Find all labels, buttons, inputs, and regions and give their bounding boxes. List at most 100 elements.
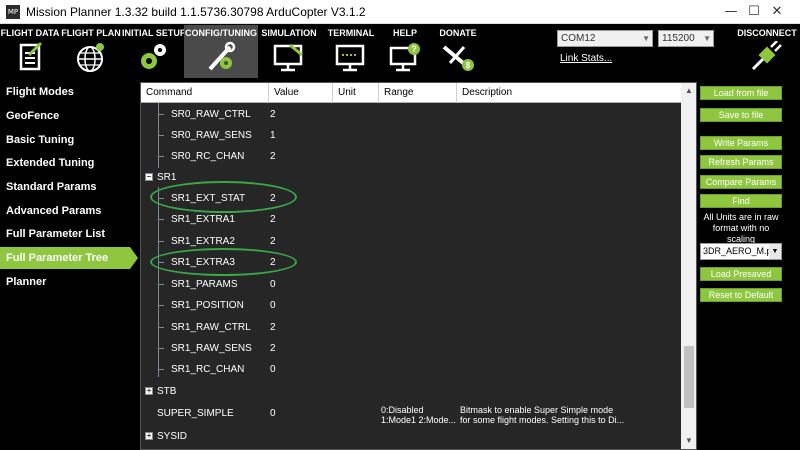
table-row[interactable]: SR0_RAW_SENS 1 xyxy=(141,125,681,146)
param-file-value: 3DR_AERO_M.p xyxy=(703,246,772,256)
param-range-line2: 1:Mode1 2:Mode... xyxy=(381,415,457,425)
save-to-file-button[interactable]: Save to file xyxy=(700,108,782,122)
expand-icon[interactable]: + xyxy=(145,387,153,395)
tree-group-row[interactable]: + SYSID xyxy=(141,426,681,447)
column-header-unit[interactable]: Unit xyxy=(333,83,379,103)
param-file-select[interactable]: 3DR_AERO_M.p ▼ xyxy=(700,243,782,260)
flight-data-button[interactable]: FLIGHT DATA xyxy=(0,25,60,78)
sidebar-item-advanced-params[interactable]: Advanced Params xyxy=(0,200,138,222)
column-header-description[interactable]: Description xyxy=(457,83,681,103)
sidebar-item-basic-tuning[interactable]: Basic Tuning xyxy=(0,129,138,151)
svg-text:?: ? xyxy=(411,44,417,54)
monitor-plane-icon xyxy=(273,43,303,72)
tree-group-row[interactable]: − SR1 xyxy=(141,167,681,188)
param-value[interactable]: 2 xyxy=(270,338,276,359)
load-presaved-button[interactable]: Load Presaved xyxy=(700,267,782,281)
tree-branch xyxy=(158,241,164,242)
close-button[interactable]: ✕ xyxy=(754,0,800,24)
param-value[interactable]: 2 xyxy=(270,317,276,338)
terminal-icon xyxy=(335,44,365,72)
param-value[interactable]: 0 xyxy=(270,295,276,316)
tree-branch xyxy=(158,114,164,115)
compare-params-button[interactable]: Compare Params xyxy=(700,175,782,189)
param-description-line2: for some flight modes. Setting this to D… xyxy=(460,415,625,425)
expand-icon[interactable]: + xyxy=(145,432,153,440)
sidebar-item-full-parameter-list[interactable]: Full Parameter List xyxy=(0,223,138,245)
sidebar-item-standard-params[interactable]: Standard Params xyxy=(0,176,138,198)
param-value[interactable]: 2 xyxy=(270,252,276,273)
param-name: SR0_RC_CHAN xyxy=(171,151,245,162)
param-value[interactable]: 2 xyxy=(270,231,276,252)
scroll-down-icon[interactable]: ▼ xyxy=(681,433,696,449)
tree-branch xyxy=(158,219,164,220)
baud-rate-value: 115200 xyxy=(662,33,695,44)
find-button[interactable]: Find xyxy=(700,194,782,208)
param-value[interactable]: 0 xyxy=(270,359,276,380)
sidebar-item-planner[interactable]: Planner xyxy=(0,271,138,293)
gears-icon xyxy=(141,44,166,69)
link-stats-link[interactable]: Link Stats... xyxy=(560,53,612,64)
table-row[interactable]: SR1_RAW_CTRL 2 xyxy=(141,317,681,338)
param-value[interactable]: 1 xyxy=(270,125,276,146)
scroll-up-icon[interactable]: ▲ xyxy=(681,83,696,99)
flight-plan-label: FLIGHT PLAN xyxy=(61,28,121,38)
flight-plan-button[interactable]: FLIGHT PLAN xyxy=(60,25,122,78)
config-tuning-button[interactable]: CONFIG/TUNING xyxy=(184,25,258,78)
tree-branch xyxy=(158,284,164,285)
column-header-value[interactable]: Value xyxy=(269,83,333,103)
baud-rate-select[interactable]: 115200 ▼ xyxy=(658,30,714,47)
simulation-button[interactable]: SIMULATION xyxy=(258,25,320,78)
table-row[interactable]: SR0_RAW_CTRL 2 xyxy=(141,104,681,125)
simulation-label: SIMULATION xyxy=(261,28,317,38)
disconnect-label: DISCONNECT xyxy=(737,28,797,38)
com-port-select[interactable]: COM12 ▼ xyxy=(557,30,653,47)
param-name: SR1_EXTRA1 xyxy=(171,214,235,225)
plane-dollar-icon: $ xyxy=(442,45,474,71)
table-row[interactable]: SR1_EXTRA1 2 xyxy=(141,209,681,230)
table-row[interactable]: SR1_POSITION 0 xyxy=(141,295,681,316)
tree-branch xyxy=(158,305,164,306)
wrench-gear-icon xyxy=(208,41,236,71)
table-row[interactable]: SR1_RC_CHAN 0 xyxy=(141,359,681,380)
load-from-file-button[interactable]: Load from file xyxy=(700,86,782,100)
table-row[interactable]: SUPER_SIMPLE 0 0:Disabled 1:Mode1 2:Mode… xyxy=(141,402,681,426)
table-row[interactable]: SR1_EXTRA3 2 xyxy=(141,252,681,273)
param-description-line1: Bitmask to enable Super Simple mode xyxy=(460,405,614,415)
param-value[interactable]: 2 xyxy=(270,104,276,125)
tree-branch xyxy=(158,327,164,328)
param-value[interactable]: 0 xyxy=(270,402,276,426)
table-row[interactable]: SR1_EXT_STAT 2 xyxy=(141,188,681,209)
help-button[interactable]: HELP ? xyxy=(382,25,428,78)
donate-button[interactable]: DONATE $ xyxy=(430,25,486,78)
write-params-button[interactable]: Write Params xyxy=(700,136,782,150)
param-value[interactable]: 2 xyxy=(270,146,276,167)
scrollbar-thumb[interactable] xyxy=(684,346,694,408)
refresh-params-button[interactable]: Refresh Params xyxy=(700,155,782,169)
param-value[interactable]: 0 xyxy=(270,274,276,295)
svg-text:$: $ xyxy=(466,61,471,70)
terminal-button[interactable]: TERMINAL xyxy=(320,25,382,78)
sidebar-item-geofence[interactable]: GeoFence xyxy=(0,105,138,127)
main-toolbar: FLIGHT DATA FLIGHT PLAN INITIAL SETUP CO… xyxy=(0,25,800,78)
param-value[interactable]: 2 xyxy=(270,188,276,209)
disconnect-button[interactable]: DISCONNECT xyxy=(734,25,800,78)
tree-group-row[interactable]: + STB xyxy=(141,381,681,402)
reset-to-default-button[interactable]: Reset to Default xyxy=(700,288,782,302)
vertical-scrollbar[interactable]: ▲ ▼ xyxy=(681,83,696,449)
collapse-icon[interactable]: − xyxy=(145,173,153,181)
param-name: SR1_EXTRA3 xyxy=(171,257,235,268)
sidebar-item-extended-tuning[interactable]: Extended Tuning xyxy=(0,152,138,174)
param-value[interactable]: 2 xyxy=(270,209,276,230)
table-row[interactable]: SR0_RC_CHAN 2 xyxy=(141,146,681,167)
column-header-range[interactable]: Range xyxy=(379,83,457,103)
table-row[interactable]: SR1_RAW_SENS 2 xyxy=(141,338,681,359)
table-row[interactable]: SR1_EXTRA2 2 xyxy=(141,231,681,252)
sidebar-item-full-parameter-tree[interactable]: Full Parameter Tree xyxy=(0,247,138,269)
help-monitor-icon: ? xyxy=(389,43,420,72)
param-name: SUPER_SIMPLE xyxy=(157,408,234,419)
parameter-actions-panel: Load from file Save to file Write Params… xyxy=(698,82,800,450)
table-row[interactable]: SR1_PARAMS 0 xyxy=(141,274,681,295)
sidebar-item-flight-modes[interactable]: Flight Modes xyxy=(0,81,138,103)
column-header-command[interactable]: Command xyxy=(141,83,269,103)
initial-setup-button[interactable]: INITIAL SETUP xyxy=(122,25,186,78)
